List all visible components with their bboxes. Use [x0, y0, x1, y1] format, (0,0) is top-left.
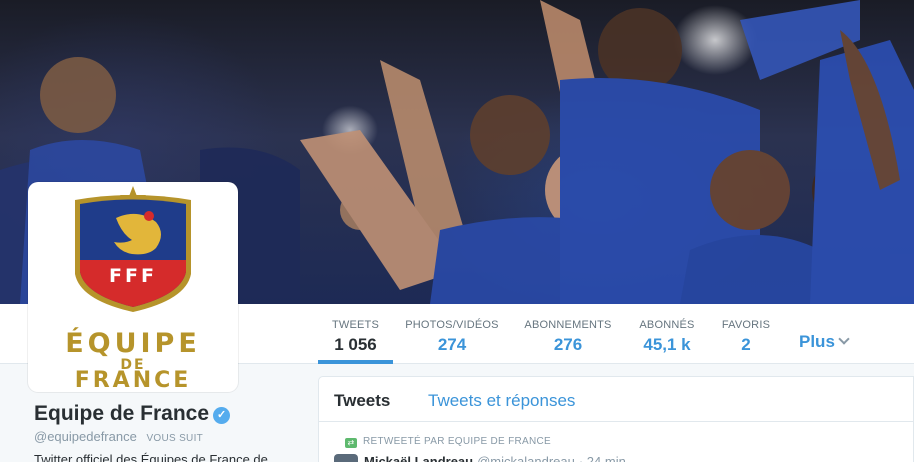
retweet-label: RETWEETÉ PAR EQUIPE DE FRANCE — [363, 436, 551, 447]
more-menu-button[interactable]: Plus — [799, 332, 850, 352]
logo-badge-text: FFF — [109, 265, 157, 287]
timeline-tabs: Tweets Tweets et réponses — [319, 377, 913, 422]
retweet-icon: ⇄ — [345, 438, 357, 448]
tweet-author-avatar[interactable] — [334, 454, 358, 462]
profile-name-text: Equipe de France — [34, 402, 210, 425]
nav-followers-label: ABONNÉS — [639, 319, 695, 331]
profile-name[interactable]: Equipe de France ✓ — [34, 402, 231, 426]
timeline-panel: Tweets Tweets et réponses ⇄ RETWEETÉ PAR … — [318, 376, 914, 462]
chevron-down-icon — [838, 333, 850, 345]
tab-tweets-and-replies[interactable]: Tweets et réponses — [428, 391, 575, 411]
active-tab-underline — [318, 360, 393, 364]
logo-line-equipe: ÉQUIPE — [65, 328, 201, 359]
tweet-author-handle[interactable]: @mickalandreau — [477, 454, 575, 462]
nav-photos-label: PHOTOS/VIDÉOS — [405, 319, 499, 331]
nav-following-count: 276 — [553, 335, 583, 354]
nav-tab-followers[interactable]: ABONNÉS 45,1 k — [632, 304, 702, 364]
nav-tweets-label: TWEETS — [331, 319, 380, 331]
nav-tweets-count: 1 056 — [334, 335, 377, 354]
nav-tab-photos-videos[interactable]: PHOTOS/VIDÉOS 274 — [402, 304, 502, 364]
profile-bio: Twitter officiel des Équipes de France d… — [34, 452, 268, 462]
nav-favorites-label: FAVORIS — [721, 319, 771, 331]
nav-tab-following[interactable]: ABONNEMENTS 276 — [520, 304, 616, 364]
twitter-profile-page: TWEETS 1 056 PHOTOS/VIDÉOS 274 ABONNEMEN… — [0, 0, 914, 462]
retweet-context: ⇄ RETWEETÉ PAR EQUIPE DE FRANCE — [345, 436, 551, 448]
verified-badge-icon: ✓ — [213, 407, 231, 424]
logo-line-france: FRANCE — [74, 368, 192, 393]
nav-tab-favorites[interactable]: FAVORIS 2 — [716, 304, 776, 364]
tweet-header: Mickaël Landreau @mickalandreau · 24 min — [334, 454, 626, 462]
tweet-author-name[interactable]: Mickaël Landreau — [364, 454, 473, 462]
nav-tab-tweets[interactable]: TWEETS 1 056 — [318, 304, 393, 364]
follows-you-badge: VOUS SUIT — [146, 433, 204, 444]
tweet-timestamp[interactable]: · 24 min — [579, 454, 626, 462]
nav-photos-count: 274 — [437, 335, 467, 354]
profile-avatar[interactable]: FFF ÉQUIPE DE FRANCE — [28, 182, 238, 393]
profile-handle-row: @equipedefrance VOUS SUIT — [34, 429, 203, 444]
tab-tweets[interactable]: Tweets — [334, 391, 390, 411]
nav-favorites-count: 2 — [741, 335, 751, 354]
nav-following-label: ABONNEMENTS — [524, 319, 612, 331]
profile-handle[interactable]: @equipedefrance — [34, 429, 137, 444]
more-label: Plus — [799, 332, 835, 351]
nav-followers-count: 45,1 k — [643, 335, 691, 354]
